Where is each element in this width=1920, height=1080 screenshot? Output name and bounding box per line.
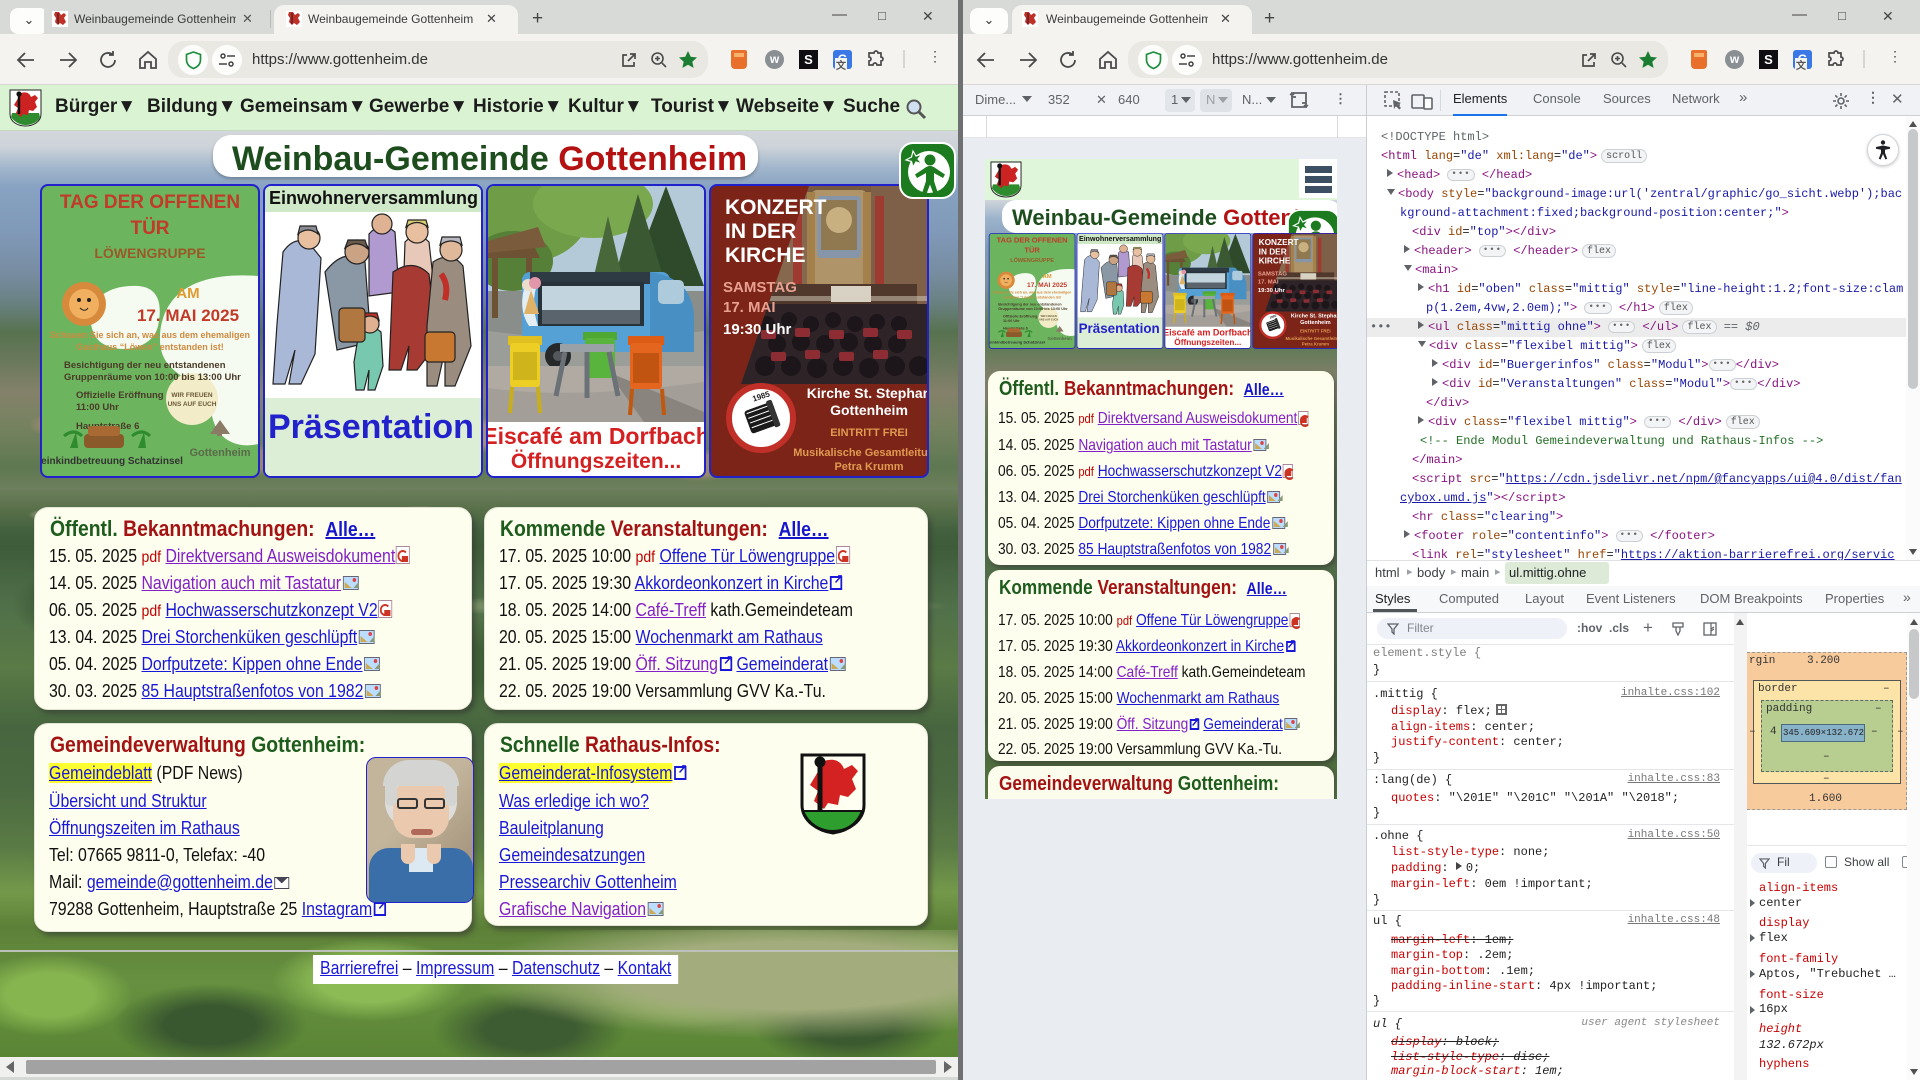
svg-text:TÜR: TÜR [1024, 246, 1040, 255]
svg-text:KONZERT: KONZERT [1259, 238, 1299, 247]
svg-text:LÖWENGRUPPE: LÖWENGRUPPE [1010, 257, 1054, 264]
svg-text:Eiscafé am Dorfbach: Eiscafé am Dorfbach [1165, 327, 1250, 337]
svg-text:Gasthaus “Löwen” entstanden is: Gasthaus “Löwen” entstanden ist! [76, 342, 224, 352]
svg-text:TAG DER OFFENEN: TAG DER OFFENEN [60, 192, 240, 213]
svg-text:Gasthaus “Löwen” entstanden is: Gasthaus “Löwen” entstanden ist! [1003, 295, 1061, 299]
svg-text:TÜR: TÜR [130, 218, 169, 239]
svg-text:17. MAI 2025: 17. MAI 2025 [1027, 282, 1067, 289]
svg-text:LÖWENGRUPPE: LÖWENGRUPPE [94, 245, 205, 261]
svg-text:Kirche St. Stephan: Kirche St. Stephan [807, 385, 927, 401]
svg-text:Musikalische Gesamtleitung:: Musikalische Gesamtleitung: [793, 447, 927, 459]
svg-text:Gottenheim: Gottenheim [1300, 320, 1331, 326]
svg-text:Gruppenräume von 10:00 bis 13:: Gruppenräume von 10:00 bis 13:00 Uhr [64, 372, 241, 383]
svg-text:Offizielle Eröffnung: Offizielle Eröffnung [76, 390, 164, 401]
svg-text:Öffnungszeiten...: Öffnungszeiten... [511, 450, 681, 473]
svg-text:WIR FREUEN: WIR FREUEN [171, 392, 212, 399]
svg-text:Gottenheim: Gottenheim [189, 447, 250, 459]
svg-text:Besichtigung der neu entstande: Besichtigung der neu entstandenen [64, 360, 226, 371]
svg-text:Kirche St. Stephan: Kirche St. Stephan [1291, 313, 1337, 319]
svg-text:UNS AUF EUCH: UNS AUF EUCH [1039, 317, 1058, 321]
svg-text:KIRCHE: KIRCHE [1259, 257, 1291, 266]
svg-text:AM: AM [1042, 274, 1051, 280]
svg-text:19:30 Uhr: 19:30 Uhr [1258, 288, 1286, 294]
svg-text:Besichtigung der neu entstande: Besichtigung der neu entstandenen [998, 302, 1062, 306]
svg-text:IN DER: IN DER [1259, 247, 1287, 256]
svg-text:17. MAI: 17. MAI [1258, 279, 1279, 285]
svg-text:Offizielle Eröffnung: Offizielle Eröffnung [1003, 314, 1038, 318]
svg-text:Kleinkindbetreuung Schatzinsel: Kleinkindbetreuung Schatzinsel [42, 456, 183, 467]
svg-text:17. MAI 2025: 17. MAI 2025 [137, 306, 239, 325]
svg-text:WIR FREUEN: WIR FREUEN [1041, 314, 1057, 318]
svg-text:17. MAI: 17. MAI [723, 299, 776, 316]
svg-text:Kleinkindbetreuung Schatzinsel: Kleinkindbetreuung Schatzinsel [990, 339, 1045, 344]
svg-text:19:30 Uhr: 19:30 Uhr [723, 321, 792, 338]
svg-text:KONZERT: KONZERT [725, 196, 827, 219]
svg-text:EINTRITT FREI: EINTRITT FREI [1300, 328, 1331, 333]
svg-text:EINTRITT FREI: EINTRITT FREI [830, 427, 908, 439]
svg-text:11:00 Uhr: 11:00 Uhr [76, 402, 119, 413]
svg-text:UNS AUF EUCH: UNS AUF EUCH [168, 401, 217, 408]
svg-text:Musikalische Gesamtleitung:: Musikalische Gesamtleitung: [1286, 336, 1337, 341]
svg-text:SAMSTAG: SAMSTAG [723, 279, 797, 296]
svg-text:Eiscafé am Dorfbach: Eiscafé am Dorfbach [488, 423, 704, 449]
svg-text:11:00 Uhr: 11:00 Uhr [1003, 319, 1020, 323]
svg-text:KIRCHE: KIRCHE [725, 244, 806, 267]
svg-text:Gruppenräume von 10:00 bis 13:: Gruppenräume von 10:00 bis 13:00 Uhr [998, 307, 1068, 311]
svg-text:SAMSTAG: SAMSTAG [1258, 272, 1287, 278]
svg-text:IN DER: IN DER [725, 220, 796, 243]
svg-text:Gottenheim: Gottenheim [830, 402, 908, 418]
svg-text:Gottenheim: Gottenheim [1048, 336, 1072, 341]
svg-text:Petra Krumm: Petra Krumm [834, 461, 903, 473]
svg-text:Öffnungszeiten...: Öffnungszeiten... [1174, 337, 1241, 347]
svg-text:Schauen Sie sich an, was aus d: Schauen Sie sich an, was aus dem ehemali… [50, 330, 250, 340]
svg-text:TAG DER OFFENEN: TAG DER OFFENEN [997, 235, 1068, 244]
svg-text:Petra Krumm: Petra Krumm [1302, 342, 1329, 347]
svg-text:Schauen Sie sich an, was aus d: Schauen Sie sich an, was aus dem ehemali… [993, 291, 1072, 295]
svg-text:AM: AM [176, 285, 199, 302]
